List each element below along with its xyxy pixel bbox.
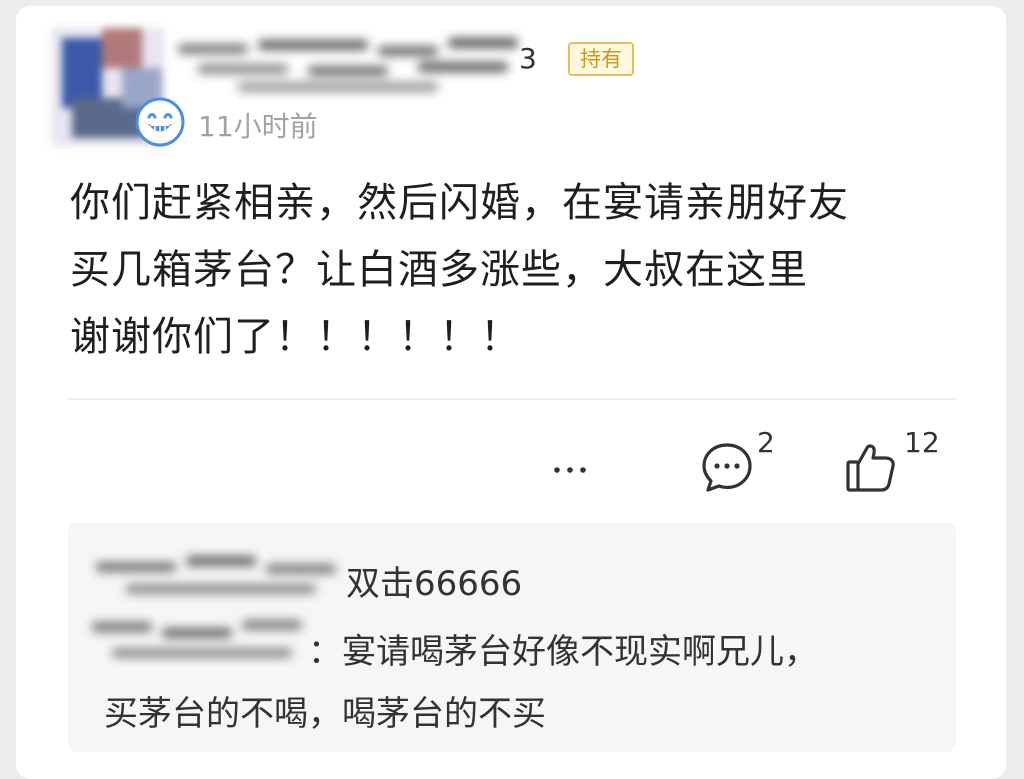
smile-badge-icon	[135, 97, 185, 147]
like-count: 12	[904, 426, 940, 459]
reply-text-1: 双击66666	[346, 564, 523, 604]
post-content: 你们赶紧相亲，然后闪婚，在宴请亲朋好友 买几箱茅台？让白酒多涨些，大叔在这里 谢…	[70, 180, 849, 360]
comment-count: 2	[757, 426, 775, 459]
like-icon[interactable]	[844, 440, 900, 494]
reply-author-1-redacted[interactable]	[96, 550, 346, 610]
divider	[68, 398, 956, 400]
reply-text-2-line2: 买茅台的不喝，喝茅台的不买	[104, 694, 546, 734]
post-time: 11小时前	[198, 110, 318, 143]
holding-badge: 持有	[568, 42, 634, 76]
reply-text-2: ：宴请喝茅台好像不现实啊兄儿，	[308, 632, 818, 672]
more-icon[interactable]	[552, 452, 588, 482]
username-redacted[interactable]	[178, 36, 523, 96]
comment-icon[interactable]	[700, 440, 754, 494]
reply-author-2-redacted[interactable]	[92, 612, 308, 672]
username-tail: 3	[519, 42, 537, 75]
